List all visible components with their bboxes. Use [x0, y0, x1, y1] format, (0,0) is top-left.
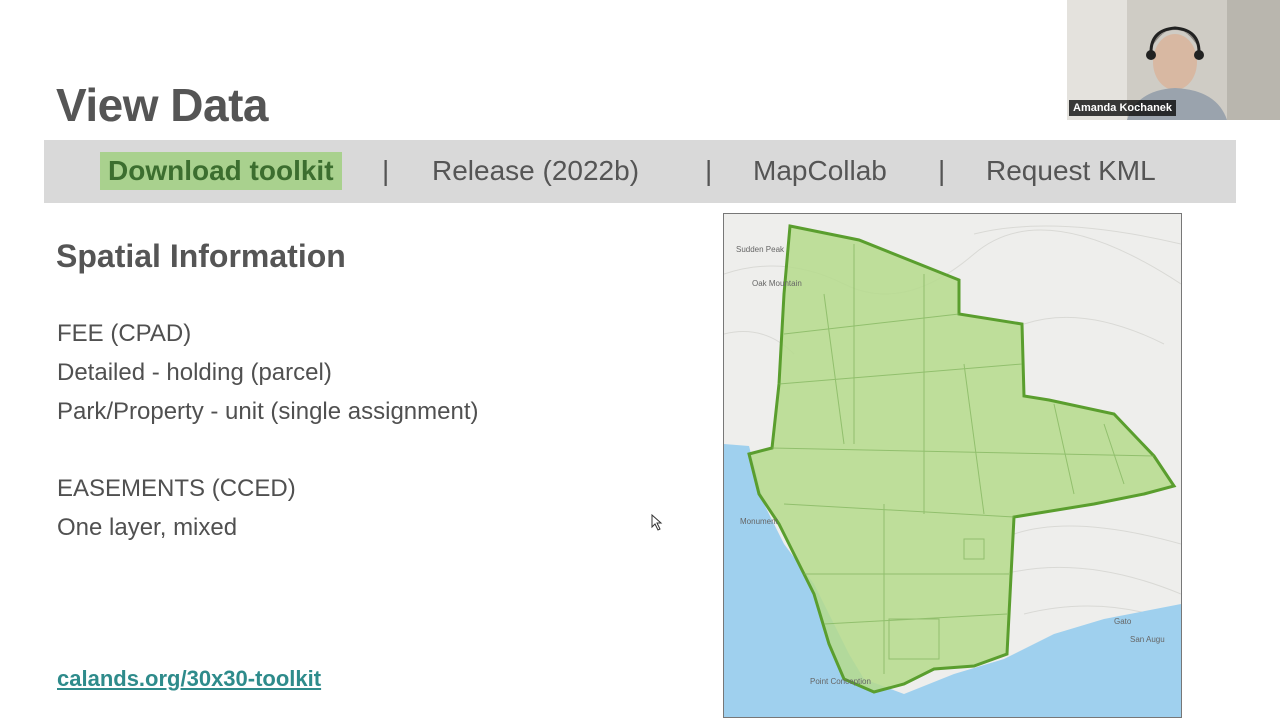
- nav-separator: |: [705, 155, 713, 186]
- label-monument: Monument: [740, 517, 779, 526]
- label-gato: Gato: [1114, 617, 1132, 626]
- mouse-cursor-icon: [651, 514, 663, 531]
- section-heading: Spatial Information: [56, 238, 346, 274]
- slide-title: View Data: [56, 79, 268, 131]
- slide-nav-bar: Download toolkit | Release (2022b) | Map…: [44, 140, 1236, 203]
- label-oak-mountain: Oak Mountain: [752, 279, 802, 288]
- nav-release[interactable]: Release (2022b): [432, 152, 639, 190]
- participant-name: Amanda Kochanek: [1069, 100, 1177, 116]
- nav-separator: |: [382, 155, 390, 186]
- map-image: Sudden Peak Oak Mountain Monument Point …: [723, 213, 1182, 718]
- nav-request-kml[interactable]: Request KML: [986, 152, 1156, 190]
- map-canvas: Sudden Peak Oak Mountain Monument Point …: [724, 214, 1181, 717]
- nav-download-toolkit[interactable]: Download toolkit: [100, 152, 342, 190]
- info-line-layer: One layer, mixed: [57, 514, 238, 541]
- info-line-fee: FEE (CPAD): [57, 320, 192, 347]
- label-point-conception: Point Conception: [810, 677, 871, 686]
- label-sudden-peak: Sudden Peak: [736, 245, 785, 254]
- nav-separator: |: [938, 155, 946, 186]
- info-line-easements: EASEMENTS (CCED): [57, 475, 296, 502]
- nav-mapcollab[interactable]: MapCollab: [753, 152, 887, 190]
- toolkit-link[interactable]: calands.org/30x30-toolkit: [57, 666, 321, 692]
- label-san-augustine: San Augu: [1130, 635, 1165, 644]
- info-line-detailed: Detailed - holding (parcel): [57, 359, 332, 386]
- info-line-park: Park/Property - unit (single assignment): [57, 398, 479, 425]
